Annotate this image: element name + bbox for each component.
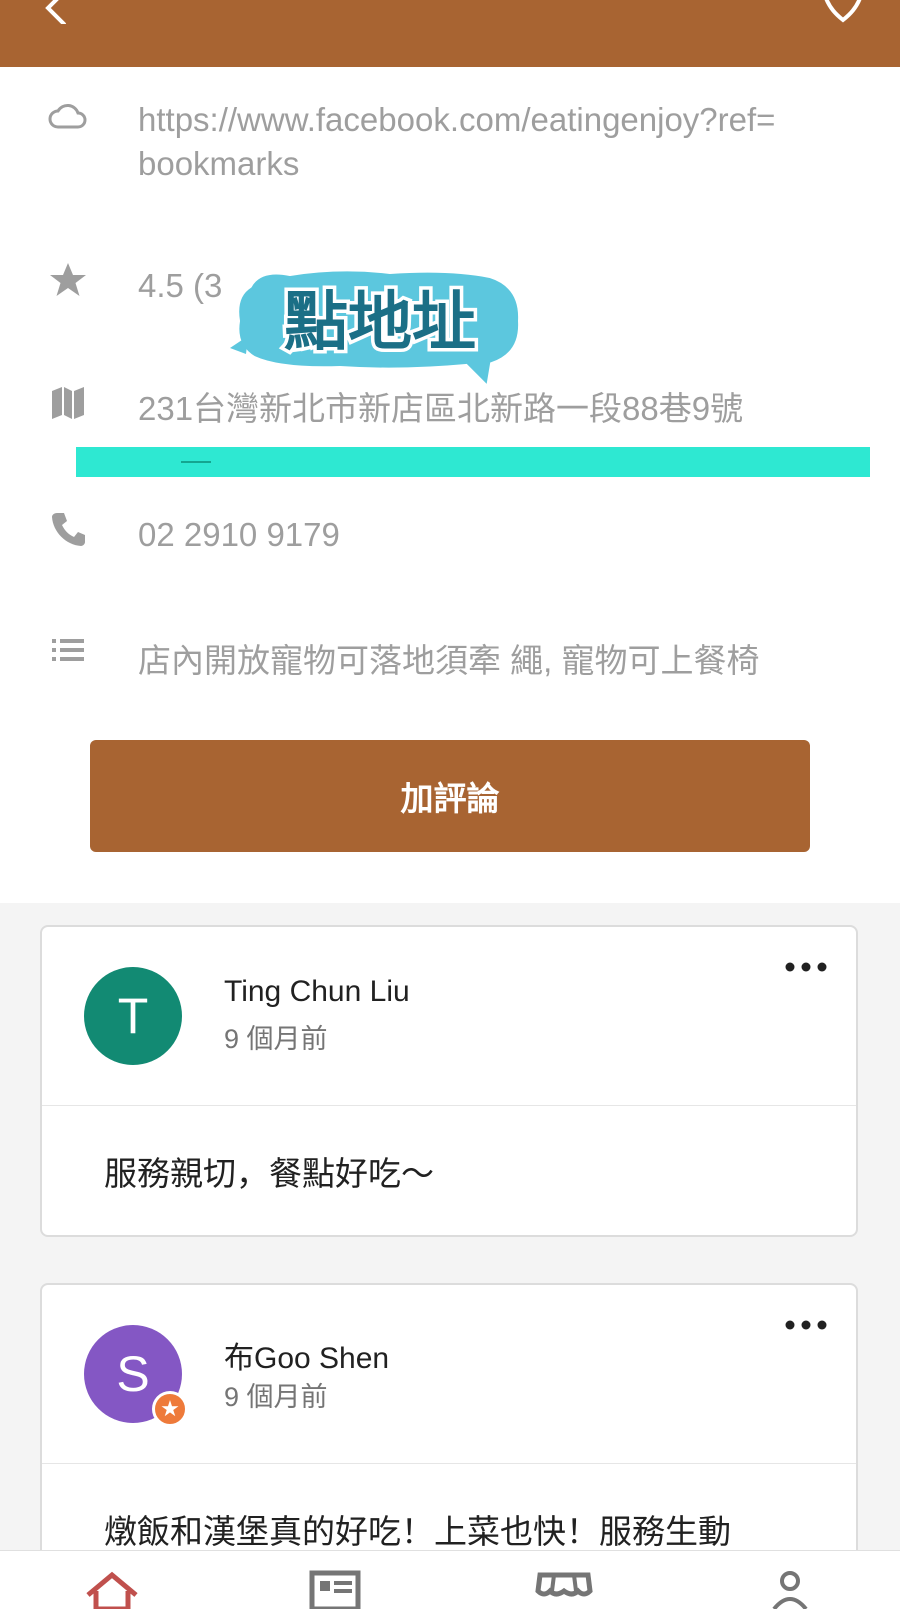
store-icon[interactable] [534, 1569, 594, 1609]
place-info: https://www.facebook.com/eatingenjoy?ref… [0, 67, 900, 903]
reviewer-name[interactable]: 布Goo Shen [224, 1333, 389, 1377]
website-line-2: bookmarks [138, 145, 300, 182]
address-highlight-marker [76, 447, 870, 477]
more-options-icon[interactable] [784, 957, 828, 977]
star-icon [50, 263, 86, 296]
top-app-bar [0, 0, 900, 67]
heart-outline-icon[interactable] [820, 0, 866, 24]
review-card: S ★ 布Goo Shen 9 個月前 燉飯和漢堡真的好吃！上菜也快！服務生動 [40, 1283, 858, 1583]
avatar[interactable]: T [84, 967, 182, 1065]
local-guide-badge-icon: ★ [152, 1391, 188, 1427]
website-link[interactable]: https://www.facebook.com/eatingenjoy?ref… [138, 98, 775, 186]
card-divider [42, 1105, 856, 1106]
bottom-navigation [0, 1550, 900, 1609]
sticker-text: 點地址 [284, 286, 476, 360]
list-icon [52, 639, 84, 661]
avatar-letter: S [116, 1346, 150, 1402]
add-review-button[interactable]: 加評論 [90, 740, 810, 852]
rating-text: 4.5 (3 [138, 267, 223, 304]
review-time: 9 個月前 [224, 1024, 328, 1054]
highlight-dash [181, 461, 211, 463]
avatar-letter: T [117, 988, 149, 1044]
news-icon[interactable] [308, 1569, 368, 1609]
phone-icon [52, 513, 85, 546]
review-card: T Ting Chun Liu 9 個月前 服務親切，餐點好吃～ [40, 925, 858, 1237]
more-options-icon[interactable] [784, 1315, 828, 1335]
review-body: 燉飯和漢堡真的好吃！上菜也快！服務生動 [104, 1513, 731, 1550]
card-divider [42, 1463, 856, 1464]
reviews-feed[interactable]: T Ting Chun Liu 9 個月前 服務親切，餐點好吃～ S ★ 布Go… [0, 903, 900, 1583]
address-callout-sticker: 點地址 [230, 267, 523, 393]
avatar[interactable]: S ★ [84, 1325, 188, 1427]
reviewer-name[interactable]: Ting Chun Liu [224, 975, 410, 1009]
home-icon[interactable] [82, 1569, 142, 1609]
map-icon [52, 387, 84, 419]
website-line-1: https://www.facebook.com/eatingenjoy?ref… [138, 101, 776, 138]
review-time: 9 個月前 [224, 1382, 328, 1412]
back-arrow-icon[interactable] [38, 0, 72, 24]
notes-text: 店內開放寵物可落地須牽 繩, 寵物可上餐椅 [138, 642, 760, 679]
review-body: 服務親切，餐點好吃～ [104, 1155, 434, 1192]
cloud-icon [48, 104, 87, 129]
phone-text[interactable]: 02 2910 9179 [138, 513, 340, 557]
profile-icon[interactable] [760, 1569, 820, 1609]
